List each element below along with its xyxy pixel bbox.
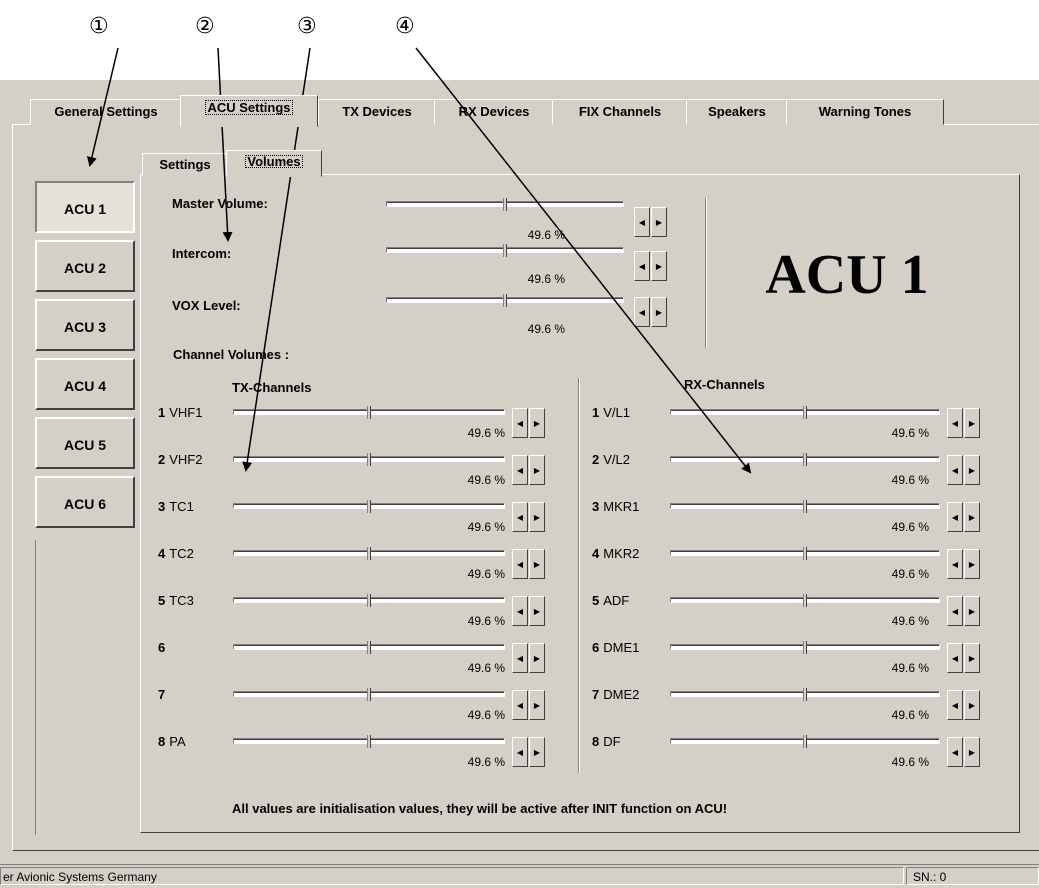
tab-acu-settings-label: ACU Settings <box>203 98 294 117</box>
callout-arrows <box>86 47 752 474</box>
subtab-volumes-label: Volumes <box>243 153 304 170</box>
callout-arrow-1 <box>86 47 119 167</box>
tab-acu-settings[interactable]: ACU Settings <box>180 95 318 127</box>
callout-arrow-2 <box>217 47 233 242</box>
subtab-volumes[interactable]: Volumes <box>226 150 322 177</box>
callout-arrow-4 <box>415 47 752 474</box>
